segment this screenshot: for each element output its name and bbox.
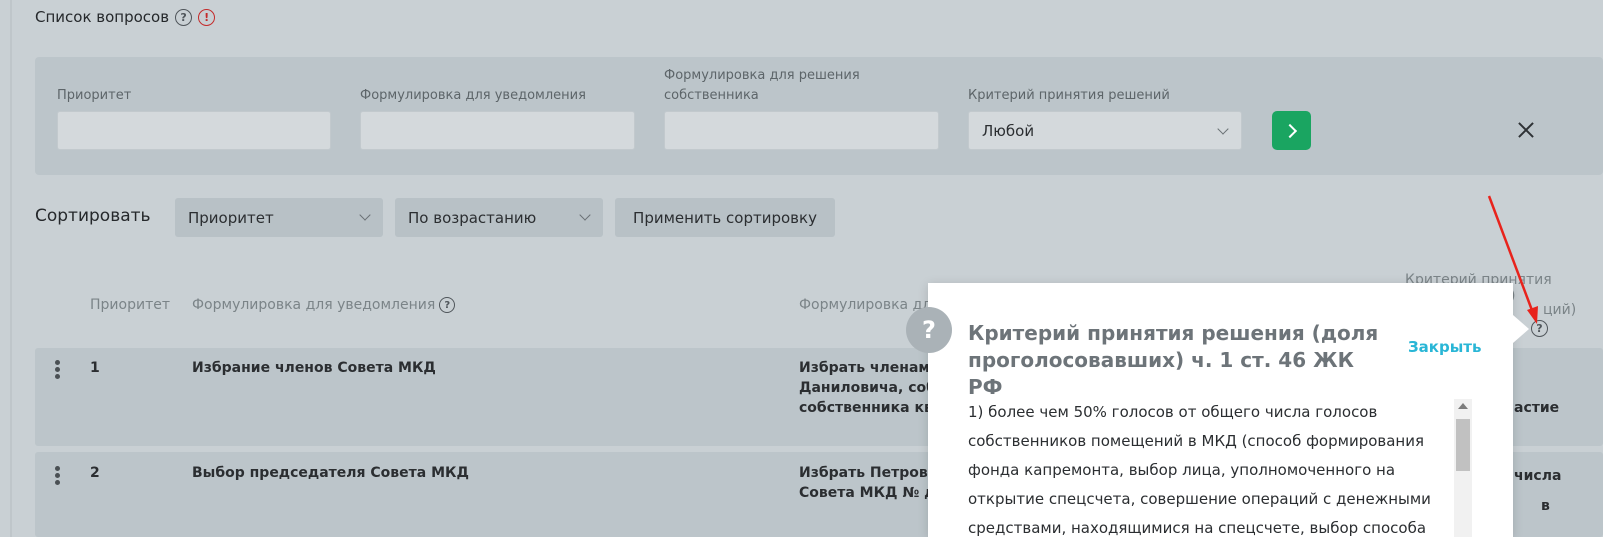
page: Список вопросов ? ! Приоритет Формулиров…: [0, 0, 1603, 537]
annotation-red-arrow: [1487, 195, 1538, 324]
